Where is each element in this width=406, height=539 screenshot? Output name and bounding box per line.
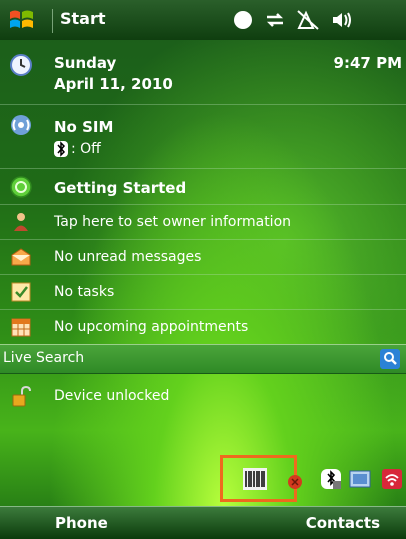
unlocked-padlock-icon: [12, 386, 31, 407]
getting-started-label: Getting Started: [54, 179, 187, 197]
clock-icon: [10, 54, 32, 76]
time-label: 9:47 PM: [333, 54, 402, 72]
connectivity-icon[interactable]: [232, 9, 254, 31]
windows-logo-icon[interactable]: [8, 6, 36, 34]
day-label: Sunday: [54, 54, 117, 72]
sync-arrows-icon[interactable]: [264, 9, 286, 31]
appointments-row[interactable]: No upcoming appointments: [0, 310, 406, 344]
error-indicator-icon[interactable]: [287, 474, 303, 490]
signal-off-icon[interactable]: [296, 9, 320, 31]
highlight-box: [220, 455, 297, 502]
tasks-label: No tasks: [54, 284, 115, 300]
phone-softkey[interactable]: Phone: [55, 514, 108, 532]
getting-started-row[interactable]: Getting Started: [0, 170, 406, 204]
tasks-icon: [11, 282, 31, 302]
date-label: April 11, 2010: [54, 75, 173, 93]
contacts-softkey[interactable]: Contacts: [306, 514, 380, 532]
softkey-bar: Phone Contacts: [0, 506, 406, 539]
sync-icon[interactable]: [349, 468, 371, 490]
bluetooth-icon: [54, 141, 68, 157]
sim-status-row[interactable]: No SIM : Off: [0, 106, 406, 168]
divider: [0, 168, 406, 169]
tasks-row[interactable]: No tasks: [0, 275, 406, 309]
sim-title: No SIM: [54, 118, 114, 136]
date-time-row[interactable]: Sunday April 11, 2010 9:47 PM: [0, 44, 406, 102]
title-separator: [52, 9, 53, 33]
calendar-icon: [11, 318, 31, 337]
getting-started-icon: [10, 176, 32, 198]
bluetooth-status-text: : Off: [71, 141, 101, 157]
wifi-icon[interactable]: [381, 468, 403, 490]
volume-icon[interactable]: [330, 9, 354, 31]
messages-row[interactable]: No unread messages: [0, 240, 406, 274]
device-unlocked-label: Device unlocked: [54, 388, 170, 404]
appointments-label: No upcoming appointments: [54, 319, 249, 335]
live-search-label: Live Search: [3, 350, 85, 366]
notification-tray: [0, 456, 406, 506]
wireless-icon: [11, 115, 31, 135]
live-search-bar[interactable]: Live Search: [0, 344, 406, 374]
owner-info-row[interactable]: Tap here to set owner information: [0, 205, 406, 239]
start-title[interactable]: Start: [60, 9, 106, 28]
divider: [0, 104, 406, 105]
bluetooth-icon[interactable]: [320, 468, 342, 490]
bluetooth-status: : Off: [54, 141, 101, 157]
owner-icon: [14, 213, 28, 231]
messages-icon: [11, 248, 31, 266]
owner-info-label: Tap here to set owner information: [54, 214, 292, 230]
search-icon[interactable]: [380, 349, 400, 369]
messages-label: No unread messages: [54, 249, 202, 265]
status-icons: [232, 8, 354, 32]
device-lock-row[interactable]: Device unlocked: [0, 380, 406, 414]
title-bar: Start: [0, 0, 406, 40]
